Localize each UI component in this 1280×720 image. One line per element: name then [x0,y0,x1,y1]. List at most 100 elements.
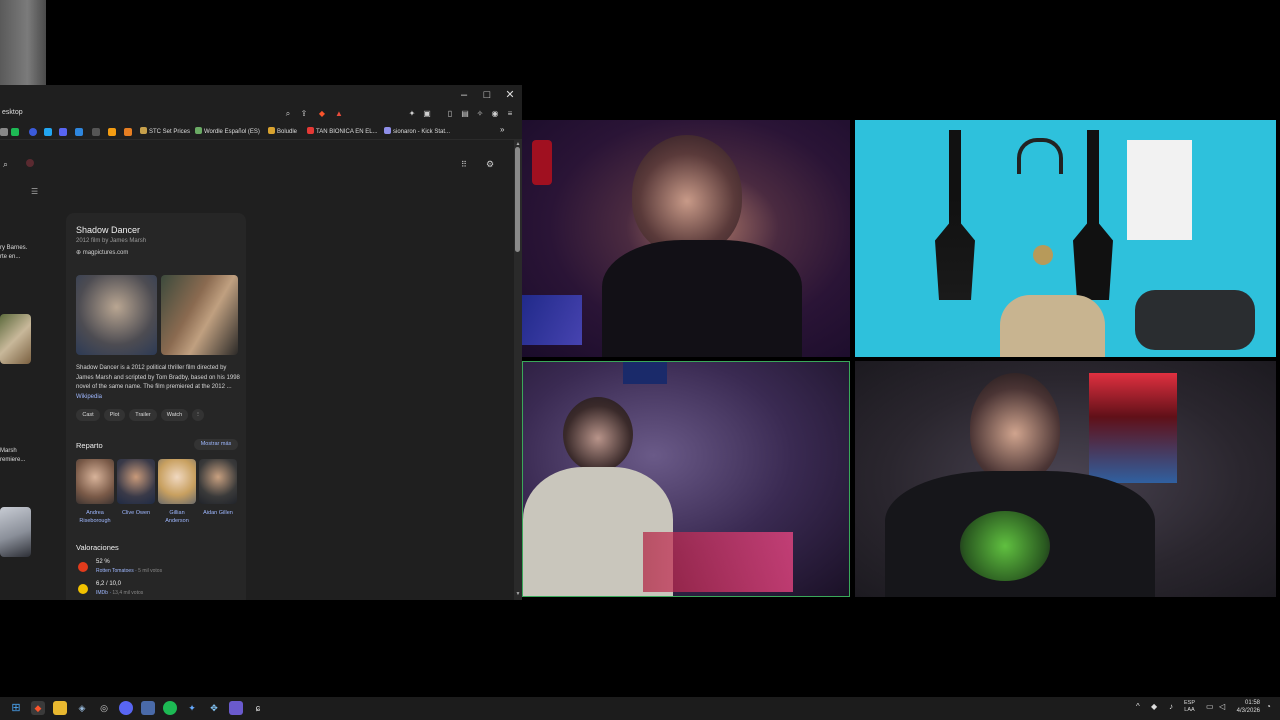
address-text[interactable]: esktop [2,109,23,116]
close-button[interactable]: ✕ [499,87,521,103]
cast-name[interactable]: Andrea Riseborough [75,509,115,525]
arcade-machine [1089,373,1177,483]
clock[interactable]: 01:58 4/3/2026 [1232,700,1260,715]
result-thumbnail[interactable] [0,507,31,557]
vpn-icon[interactable]: ◉ [489,108,501,120]
kp-image-secondary[interactable] [161,275,238,355]
brave-shield-icon[interactable]: ◆ [316,108,328,120]
keyboard-lights [522,295,582,345]
app-icon[interactable]: ✦ [185,701,199,715]
cast-name[interactable]: Clive Owen [116,509,156,517]
volume-icon[interactable]: ◁ [1219,702,1225,711]
file-explorer-icon[interactable] [53,701,67,715]
cast-name[interactable]: Aidan Gillen [198,509,238,517]
bookmark-icon[interactable] [108,128,116,136]
bookmark-icon[interactable] [11,128,19,136]
share-icon[interactable]: ⇪ [298,108,310,120]
bookmark-icon[interactable] [44,128,52,136]
menu-icon[interactable]: ≡ [504,108,516,120]
bookmark-icon[interactable] [92,128,100,136]
chair [1000,295,1105,357]
apps-grid-icon[interactable]: ⠿ [461,160,467,169]
scroll-down-arrow[interactable]: ▼ [514,591,522,597]
bookmark-item[interactable]: STC Set Prices [140,127,190,135]
shirt-print [960,511,1050,581]
maximize-button[interactable]: □ [476,87,498,103]
ratings-heading: Valoraciones [76,543,119,552]
bookmark-item[interactable]: sionaron - Kick Stat... [384,127,450,135]
minimize-button[interactable]: – [453,87,475,103]
start-icon[interactable]: ⊞ [9,701,23,715]
kp-site-link[interactable]: ⊕ magpictures.com [76,249,128,256]
extensions-icon[interactable]: ✦ [406,108,418,120]
bookmark-icon[interactable] [124,128,132,136]
knowledge-panel: Shadow Dancer 2012 film by James Marsh ⊕… [66,213,246,600]
language-indicator[interactable]: ESP LAA [1184,700,1195,714]
bookmark-item[interactable]: Boludle [268,127,297,135]
discord-icon[interactable] [119,701,133,715]
video-tile[interactable] [855,120,1276,357]
rating-value: 6,2 / 10,0 [96,581,122,587]
tab-icon[interactable]: ▤ [459,108,471,120]
filter-icon[interactable]: ☰ [31,187,38,196]
microphone [1135,290,1255,350]
search-icon[interactable]: ⌕ [282,108,294,120]
app-icon[interactable] [141,701,155,715]
streamer-person [970,373,1060,483]
app-icon[interactable] [229,701,243,715]
bookmark-icon[interactable] [75,128,83,136]
spotify-icon[interactable] [163,701,177,715]
app-icon[interactable]: ɕ [251,701,265,715]
cast-photo[interactable] [117,459,155,504]
cast-photo[interactable] [199,459,237,504]
chrome-icon[interactable]: ◎ [97,701,111,715]
rating-source[interactable]: IMDb · 13,4 mil votos [96,590,143,596]
rating-source[interactable]: Rotten Tomatoes · 5 mil votos [96,568,162,574]
bookmark-icon[interactable] [0,128,8,136]
brave-app-icon[interactable]: ◆ [31,701,45,715]
chip-watch[interactable]: Watch [161,409,188,421]
app-icon[interactable]: ✥ [207,701,221,715]
video-tile[interactable] [855,361,1276,597]
chip-trailer[interactable]: Trailer [129,409,157,421]
cast-name[interactable]: Gillian Anderson [157,509,197,525]
bookmark-icon[interactable] [29,128,37,136]
streamer-person [563,397,633,472]
sidebar-icon[interactable]: ▯ [444,108,456,120]
more-bookmarks-button[interactable]: » [500,125,504,134]
guitar [935,130,975,300]
mic-icon[interactable] [26,159,34,167]
leo-icon[interactable]: ✧ [474,108,486,120]
screenshot-icon[interactable]: ▣ [421,108,433,120]
scroll-up-arrow[interactable]: ▲ [514,141,522,147]
notification-icon[interactable]: ◔ [1266,702,1271,711]
wikipedia-link[interactable]: Wikipedia [76,394,102,400]
microphone-icon[interactable]: ♪ [1169,702,1173,711]
settings-gear-icon[interactable]: ⚙ [486,159,494,170]
chip-more[interactable]: ⋮ [192,409,204,421]
steam-icon[interactable]: ◈ [75,701,89,715]
taskbar: ⊞ ◆ ◈ ◎ ✦ ✥ ɕ ^ ◆ ♪ ESP LAA ▭ ◁ 01:58 4/3/… [0,697,1280,720]
imdb-icon [78,584,88,594]
rewards-icon[interactable]: ▲ [333,108,345,120]
chip-cast[interactable]: Cast [76,409,100,421]
tomato-icon [78,562,88,572]
result-thumbnail[interactable] [0,314,31,364]
chip-plot[interactable]: Plot [104,409,125,421]
show-more-button[interactable]: Mostrar más [194,439,238,450]
tray-app-icon[interactable]: ◆ [1151,702,1157,711]
medal [1033,245,1053,265]
cast-photo[interactable] [158,459,196,504]
video-tile-active-speaker[interactable] [522,361,850,597]
cast-photo[interactable] [76,459,114,504]
tray-chevron-icon[interactable]: ^ [1136,702,1140,711]
video-tile[interactable] [522,120,850,357]
address-bar[interactable]: esktop ⌕ ⇪ ◆ ▲ ✦ ▣ ▯ ▤ ✧ ◉ ≡ [0,105,522,125]
scrollbar-thumb[interactable] [515,147,520,252]
bookmark-item[interactable]: TAN BIONICA EN EL... [307,127,378,135]
kp-image-main[interactable] [76,275,157,355]
bookmark-icon[interactable] [59,128,67,136]
search-icon[interactable]: ⌕ [3,159,8,170]
network-icon[interactable]: ▭ [1206,702,1214,711]
bookmark-item[interactable]: Wordle Español (ES) [195,127,260,135]
